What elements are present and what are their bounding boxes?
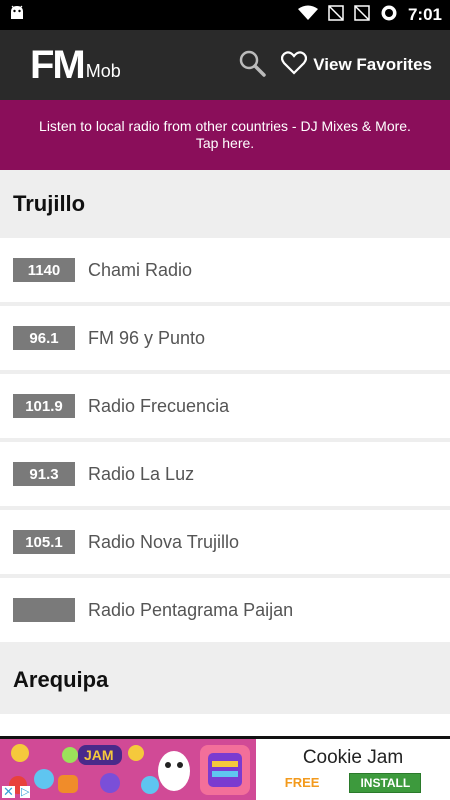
ad-image-text: JAM <box>84 747 114 763</box>
install-button[interactable]: INSTALL <box>349 772 422 793</box>
station-name: FM 96 y Punto <box>88 327 206 348</box>
ad-image[interactable]: JAM ✕ ▷ <box>0 739 256 800</box>
station-name: Radio La Luz <box>88 463 195 484</box>
station-item[interactable]: 101.9 Radio Frecuencia <box>0 374 450 438</box>
promo-line2: Tap here. <box>195 135 255 151</box>
ad-banner[interactable]: JAM ✕ ▷ Cookie Jam FREE INSTALL <box>0 736 450 800</box>
station-name: Radio Frecuencia <box>88 395 230 416</box>
heart-icon <box>281 50 308 80</box>
ad-close-icon[interactable]: ✕ <box>2 785 15 798</box>
section-header: Trujillo <box>0 170 450 238</box>
status-bar: 7:01 <box>0 0 450 30</box>
frequency-badge: 101.9 <box>13 394 75 418</box>
station-item[interactable]: 96.1 FM 96 y Punto <box>0 306 450 370</box>
frequency-badge <box>13 598 75 622</box>
station-list[interactable]: Trujillo 1140 Chami Radio 96.1 FM 96 y P… <box>0 170 450 736</box>
ad-title: Cookie Jam <box>302 746 404 768</box>
clock: 7:01 <box>407 5 442 24</box>
app-logo: FM Mob <box>30 43 121 87</box>
station-item[interactable] <box>0 714 450 736</box>
view-favorites-label: View Favorites <box>313 55 432 74</box>
logo-sub: Mob <box>85 61 121 81</box>
logo-main: FM <box>30 43 86 87</box>
promo-line1: Listen to local radio from other countri… <box>39 118 411 134</box>
frequency-badge: 105.1 <box>13 530 75 554</box>
station-name: Radio Pentagrama Paijan <box>88 599 294 620</box>
station-item[interactable]: 1140 Chami Radio <box>0 238 450 302</box>
frequency-badge: 91.3 <box>13 462 75 486</box>
alarm-icon <box>380 4 398 27</box>
station-item[interactable]: Radio Pentagrama Paijan <box>0 578 450 642</box>
station-item[interactable]: 91.3 Radio La Luz <box>0 442 450 506</box>
frequency-badge: 1140 <box>13 258 75 282</box>
ad-choices-icon[interactable]: ▷ <box>20 786 31 798</box>
frequency-badge: 96.1 <box>13 326 75 350</box>
promo-banner[interactable]: Listen to local radio from other countri… <box>0 100 450 170</box>
ad-free-label: FREE <box>284 775 320 790</box>
ad-info: Cookie Jam FREE INSTALL <box>256 747 450 793</box>
no-signal-icon <box>328 4 344 26</box>
wifi-icon <box>297 5 318 26</box>
section-header: Arequipa <box>0 646 450 714</box>
search-icon[interactable] <box>237 48 267 83</box>
app-bar: FM Mob View Favorites <box>0 30 450 100</box>
android-icon <box>8 4 26 27</box>
station-name: Chami Radio <box>88 259 193 280</box>
station-name: Radio Nova Trujillo <box>88 531 240 552</box>
view-favorites-button[interactable]: View Favorites <box>281 50 432 80</box>
station-item[interactable]: 105.1 Radio Nova Trujillo <box>0 510 450 574</box>
no-signal-icon <box>354 4 370 26</box>
